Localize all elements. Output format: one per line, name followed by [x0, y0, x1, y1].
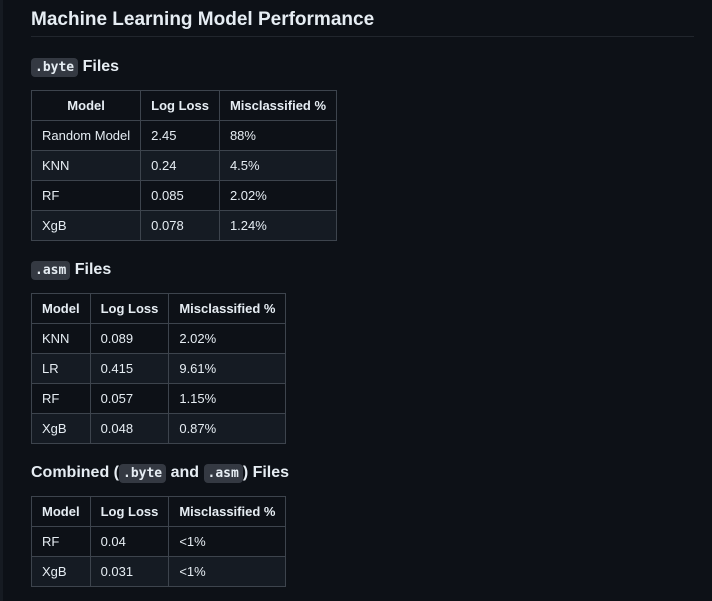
table-row: RF 0.057 1.15% — [31, 383, 287, 414]
cell-misclassified: 2.02% — [168, 323, 287, 354]
cell-model: KNN — [30, 150, 142, 181]
cell-model: XgB — [31, 556, 91, 587]
cell-log-loss: 0.089 — [89, 323, 170, 354]
column-header-log-loss: Log Loss — [89, 293, 170, 324]
heading-middle: and — [170, 464, 200, 481]
cell-misclassified: 4.5% — [218, 150, 338, 181]
cell-misclassified: 0.87% — [168, 413, 287, 444]
page-title: Machine Learning Model Performance — [31, 9, 375, 30]
column-header-log-loss: Log Loss — [140, 90, 220, 121]
table-header-row: Model Log Loss Misclassified % — [30, 90, 338, 121]
column-header-model: Model — [31, 496, 91, 527]
byte-code-label: .byte — [31, 58, 79, 77]
table-row: Random Model 2.45 88% — [30, 120, 338, 151]
asm-results-table: Model Log Loss Misclassified % KNN 0.089… — [31, 293, 287, 444]
cell-misclassified: <1% — [168, 556, 287, 587]
cell-log-loss: 0.057 — [89, 383, 170, 414]
cell-log-loss: 0.085 — [140, 180, 220, 211]
cell-model: XgB — [30, 210, 142, 241]
table-row: XgB 0.078 1.24% — [30, 210, 338, 241]
column-header-model: Model — [30, 90, 142, 121]
cell-model: LR — [31, 353, 91, 384]
table-row: LR 0.415 9.61% — [31, 353, 287, 384]
cell-misclassified: <1% — [168, 526, 287, 557]
cell-log-loss: 0.04 — [89, 526, 170, 557]
byte-files-heading: .byte Files — [31, 56, 119, 79]
column-header-misclassified: Misclassified % — [168, 496, 287, 527]
table-row: XgB 0.031 <1% — [31, 556, 287, 587]
byte-code-label: .byte — [119, 464, 167, 483]
title-divider — [31, 36, 694, 37]
asm-files-heading: .asm Files — [31, 259, 111, 282]
column-header-model: Model — [31, 293, 91, 324]
table-row: KNN 0.24 4.5% — [30, 150, 338, 181]
combined-results-table: Model Log Loss Misclassified % RF 0.04 <… — [31, 496, 287, 587]
heading-suffix: Files — [74, 261, 112, 278]
cell-misclassified: 2.02% — [218, 180, 338, 211]
table-header-row: Model Log Loss Misclassified % — [31, 496, 287, 527]
table-row: RF 0.04 <1% — [31, 526, 287, 557]
cell-model: RF — [30, 180, 142, 211]
cell-misclassified: 9.61% — [168, 353, 287, 384]
table-row: KNN 0.089 2.02% — [31, 323, 287, 354]
asm-code-label: .asm — [31, 261, 71, 280]
cell-model: RF — [31, 383, 91, 414]
cell-model: XgB — [31, 413, 91, 444]
byte-results-table: Model Log Loss Misclassified % Random Mo… — [30, 90, 338, 241]
table-row: RF 0.085 2.02% — [30, 180, 338, 211]
heading-prefix: Combined ( — [31, 464, 119, 481]
cell-log-loss: 0.048 — [89, 413, 170, 444]
column-header-log-loss: Log Loss — [89, 496, 170, 527]
cell-log-loss: 2.45 — [140, 120, 220, 151]
cell-model: KNN — [31, 323, 91, 354]
cell-log-loss: 0.078 — [140, 210, 220, 241]
cell-model: Random Model — [30, 120, 142, 151]
combined-files-heading: Combined (.byte and .asm) Files — [31, 462, 289, 485]
cell-model: RF — [31, 526, 91, 557]
left-border — [0, 0, 3, 601]
cell-log-loss: 0.24 — [140, 150, 220, 181]
heading-suffix: Files — [82, 58, 120, 75]
heading-suffix: ) Files — [242, 464, 290, 481]
table-row: XgB 0.048 0.87% — [31, 413, 287, 444]
cell-misclassified: 1.24% — [218, 210, 338, 241]
cell-misclassified: 88% — [218, 120, 338, 151]
asm-code-label: .asm — [203, 464, 243, 483]
cell-log-loss: 0.415 — [89, 353, 170, 384]
cell-log-loss: 0.031 — [89, 556, 170, 587]
cell-misclassified: 1.15% — [168, 383, 287, 414]
column-header-misclassified: Misclassified % — [218, 90, 338, 121]
column-header-misclassified: Misclassified % — [168, 293, 287, 324]
table-header-row: Model Log Loss Misclassified % — [31, 293, 287, 324]
